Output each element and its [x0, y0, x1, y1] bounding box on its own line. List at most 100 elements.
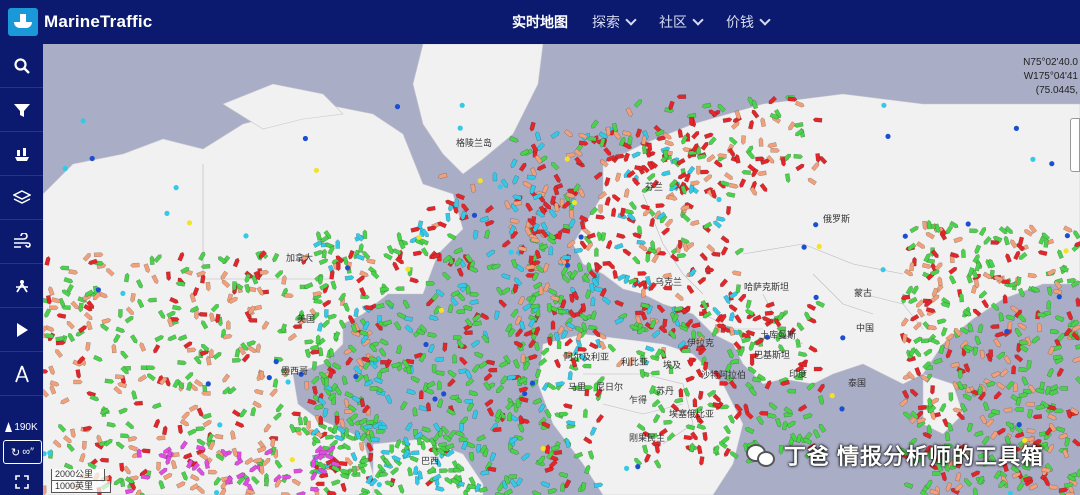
vessel-marker[interactable] [465, 377, 475, 387]
vessel-marker[interactable] [972, 487, 978, 495]
vessel-marker[interactable] [546, 303, 552, 313]
vessel-marker[interactable] [985, 418, 994, 428]
vessel-marker[interactable] [1066, 310, 1074, 321]
vessel-marker[interactable] [335, 239, 340, 249]
vessel-marker[interactable] [336, 261, 341, 272]
vessel-marker[interactable] [362, 229, 368, 239]
vessel-marker[interactable] [691, 322, 701, 329]
vessel-marker[interactable] [389, 444, 394, 454]
vessel-marker[interactable] [345, 356, 354, 367]
vessel-marker[interactable] [479, 469, 490, 476]
vessel-marker[interactable] [384, 394, 393, 405]
vessel-marker[interactable] [973, 430, 984, 438]
vessel-marker[interactable] [1014, 407, 1024, 412]
vessel-marker[interactable] [1052, 288, 1063, 296]
vessel-marker[interactable] [366, 442, 374, 452]
vessel-marker[interactable] [1048, 484, 1059, 490]
vessel-marker[interactable] [813, 366, 824, 372]
vessel-marker[interactable] [966, 422, 974, 433]
vessel-marker[interactable] [999, 368, 1009, 378]
vessel-marker[interactable] [345, 265, 351, 271]
vessel-marker[interactable] [520, 353, 526, 363]
vessel-marker[interactable] [436, 398, 444, 408]
vessel-marker[interactable] [447, 303, 454, 314]
vessel-marker[interactable] [563, 129, 574, 138]
vessel-marker[interactable] [993, 390, 1003, 400]
vessel-marker[interactable] [965, 221, 971, 227]
vessel-marker[interactable] [571, 200, 578, 206]
vessel-marker[interactable] [1035, 404, 1045, 411]
vessel-marker[interactable] [1004, 328, 1010, 335]
vessel-marker[interactable] [470, 183, 476, 194]
vessel-marker[interactable] [902, 411, 913, 420]
vessel-marker[interactable] [1046, 299, 1052, 310]
vessel-marker[interactable] [73, 379, 83, 385]
vessel-marker[interactable] [487, 367, 498, 373]
vessel-marker[interactable] [473, 351, 484, 359]
vessel-marker[interactable] [522, 180, 532, 189]
vessel-marker[interactable] [510, 158, 518, 169]
vessel-marker[interactable] [588, 324, 598, 331]
vessel-marker[interactable] [468, 451, 475, 462]
vessel-marker[interactable] [1007, 490, 1013, 495]
vessel-marker[interactable] [1007, 320, 1013, 331]
vessel-marker[interactable] [899, 398, 908, 408]
vessel-marker[interactable] [817, 383, 825, 393]
vessel-marker[interactable] [243, 233, 249, 239]
vessel-marker[interactable] [376, 429, 386, 434]
vessel-marker[interactable] [568, 218, 577, 229]
vessel-marker[interactable] [447, 429, 457, 439]
vessel-marker[interactable] [1005, 421, 1015, 430]
vessel-marker[interactable] [447, 369, 457, 378]
vessel-marker[interactable] [1009, 305, 1020, 314]
vessel-marker[interactable] [991, 371, 1001, 379]
vessel-marker[interactable] [489, 452, 497, 462]
vessel-marker[interactable] [969, 228, 979, 234]
vessel-marker[interactable] [881, 102, 887, 108]
vessel-marker[interactable] [1027, 409, 1033, 419]
vessel-marker[interactable] [425, 280, 436, 286]
vessel-marker[interactable] [574, 156, 583, 166]
vessel-marker[interactable] [476, 434, 486, 442]
vessel-marker[interactable] [453, 247, 464, 255]
vessel-marker[interactable] [379, 338, 390, 347]
vessel-marker[interactable] [594, 263, 600, 274]
vessel-marker[interactable] [494, 310, 500, 321]
vessel-marker[interactable] [993, 338, 1001, 348]
vessel-marker[interactable] [534, 131, 542, 142]
vessel-marker[interactable] [463, 399, 473, 404]
vessel-marker[interactable] [519, 148, 530, 157]
vessel-marker[interactable] [313, 403, 324, 411]
vessel-marker[interactable] [282, 474, 292, 480]
vessel-marker[interactable] [948, 392, 954, 402]
vessel-marker[interactable] [469, 291, 480, 297]
vessel-marker[interactable] [590, 119, 599, 130]
vessel-marker[interactable] [313, 167, 319, 173]
vessel-marker[interactable] [716, 196, 722, 203]
vessel-marker[interactable] [522, 391, 528, 397]
vessel-marker[interactable] [512, 194, 523, 201]
vessel-marker[interactable] [996, 427, 1007, 436]
vessel-marker[interactable] [62, 165, 68, 172]
vessel-marker[interactable] [517, 295, 526, 306]
vessel-marker[interactable] [581, 363, 592, 369]
vessel-marker[interactable] [452, 335, 463, 340]
vessel-marker[interactable] [498, 360, 509, 369]
vessel-marker[interactable] [427, 343, 435, 354]
vessel-marker[interactable] [1037, 322, 1042, 333]
vessel-marker[interactable] [537, 455, 546, 465]
vessel-marker[interactable] [813, 294, 819, 300]
vessel-marker[interactable] [1014, 431, 1025, 439]
vessel-marker[interactable] [194, 310, 199, 320]
vessel-marker[interactable] [813, 222, 819, 228]
vessel-marker[interactable] [676, 94, 687, 99]
vessel-marker[interactable] [232, 281, 237, 291]
vessel-marker[interactable] [689, 116, 694, 127]
vessel-marker[interactable] [1049, 328, 1060, 335]
vessel-marker[interactable] [322, 407, 329, 418]
vessel-marker[interactable] [1046, 286, 1053, 297]
vessel-marker[interactable] [43, 485, 47, 495]
vessel-marker[interactable] [459, 423, 465, 433]
vessel-marker[interactable] [547, 488, 558, 495]
vessel-marker[interactable] [957, 369, 963, 380]
